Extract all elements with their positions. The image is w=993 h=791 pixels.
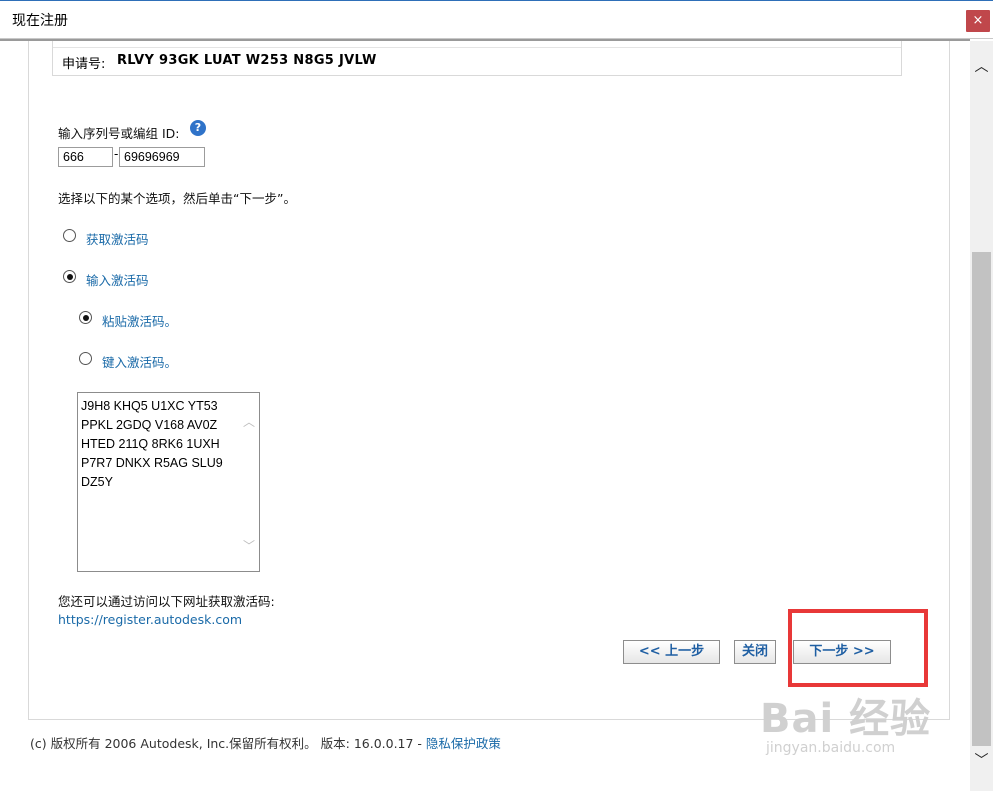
- textarea-scroll-down-icon[interactable]: ﹀: [242, 537, 256, 553]
- option-paste-code-label[interactable]: 粘贴激活码。: [102, 311, 177, 330]
- textarea-scrollbar[interactable]: ︿ ﹀: [239, 393, 259, 571]
- watermark-logo: Bai 经验: [760, 696, 932, 742]
- scroll-down-icon[interactable]: ﹀: [970, 751, 993, 771]
- copyright-text: (c) 版权所有 2006 Autodesk, Inc.保留所有权利。 版本: …: [30, 736, 426, 751]
- window-title: 现在注册: [12, 13, 68, 29]
- scrollbar-thumb[interactable]: [972, 252, 991, 746]
- privacy-policy-link[interactable]: 隐私保护政策: [426, 736, 501, 751]
- code-line: J9H8 KHQ5 U1XC YT53: [81, 399, 218, 413]
- serial-number-input[interactable]: 69696969: [119, 147, 205, 167]
- radio-type-code[interactable]: [79, 352, 92, 365]
- register-url-link[interactable]: https://register.autodesk.com: [58, 612, 242, 627]
- option-type-code-label[interactable]: 键入激活码。: [102, 352, 177, 371]
- request-code-label: 申请号:: [62, 57, 106, 72]
- activation-code-textarea[interactable]: J9H8 KHQ5 U1XC YT53 PPKL 2GDQ V168 AV0Z …: [77, 392, 260, 572]
- serial-prefix-input[interactable]: 666: [58, 147, 113, 167]
- code-line: P7R7 DNKX R5AG SLU9: [81, 456, 223, 470]
- next-button-highlight: [788, 609, 928, 687]
- code-line: HTED 211Q 8RK6 1UXH: [81, 437, 220, 451]
- radio-paste-code[interactable]: [79, 311, 92, 324]
- title-bar: 现在注册 ×: [0, 0, 993, 39]
- title-accent-line: [0, 0, 993, 1]
- scroll-up-icon[interactable]: ︿: [970, 57, 993, 77]
- serial-label: 输入序列号或编组 ID:: [58, 126, 180, 141]
- option-enter-code-label[interactable]: 输入激活码: [86, 270, 149, 289]
- close-icon: ×: [972, 13, 984, 28]
- close-button[interactable]: 关闭: [734, 640, 776, 664]
- registration-content: 申请号: RLVY 93GK LUAT W253 N8G5 JVLW 输入序列号…: [0, 41, 970, 791]
- radio-enter-code[interactable]: [63, 270, 76, 283]
- option-get-code-label[interactable]: 获取激活码: [86, 229, 149, 248]
- back-button[interactable]: << 上一步: [623, 640, 720, 664]
- baidu-watermark: Bai 经验 jingyan.baidu.com: [760, 686, 931, 756]
- help-icon[interactable]: ?: [190, 120, 206, 136]
- box-divider: [53, 47, 901, 48]
- serial-separator: -: [114, 147, 119, 161]
- close-window-button[interactable]: ×: [966, 10, 990, 32]
- radio-get-code[interactable]: [63, 229, 76, 242]
- instruction-text: 选择以下的某个选项，然后单击“下一步”。: [58, 191, 296, 206]
- textarea-scroll-up-icon[interactable]: ︿: [242, 413, 256, 429]
- code-line: PPKL 2GDQ V168 AV0Z: [81, 418, 218, 432]
- page-scrollbar[interactable]: ︿ ﹀: [970, 41, 993, 791]
- code-line: DZ5Y: [81, 475, 113, 489]
- request-code-value: RLVY 93GK LUAT W253 N8G5 JVLW: [117, 53, 377, 68]
- footer: (c) 版权所有 2006 Autodesk, Inc.保留所有权利。 版本: …: [30, 733, 501, 752]
- web-hint-text: 您还可以通过访问以下网址获取激活码:: [58, 594, 275, 609]
- activation-code-text: J9H8 KHQ5 U1XC YT53 PPKL 2GDQ V168 AV0Z …: [81, 397, 223, 492]
- request-code-box: 申请号: RLVY 93GK LUAT W253 N8G5 JVLW: [52, 41, 902, 76]
